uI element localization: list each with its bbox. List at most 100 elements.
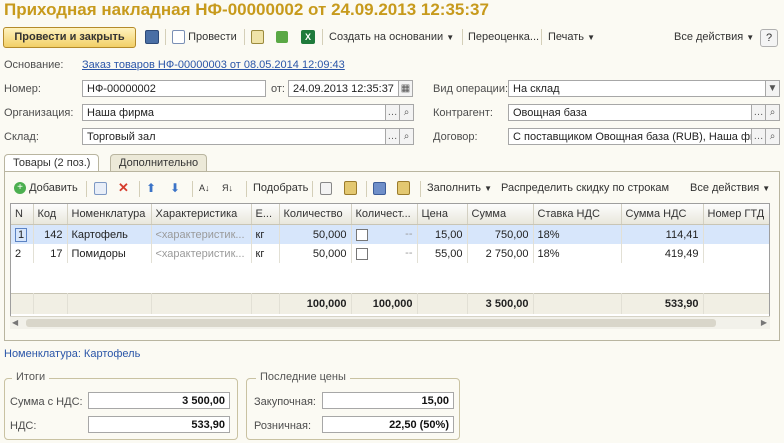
goods-table[interactable]: N Код Номенклатура Характеристика Е... К… bbox=[10, 203, 770, 329]
tab-additional[interactable]: Дополнительно bbox=[110, 154, 208, 172]
sort-asc-button[interactable]: A↓ bbox=[199, 180, 210, 196]
date-label: от: bbox=[271, 83, 285, 95]
post-button[interactable]: Провести bbox=[172, 28, 237, 46]
contract-field[interactable]: С поставщиком Овощная база (RUB), Наша ф… bbox=[508, 128, 752, 145]
vat-sum-cell[interactable]: 419,49 bbox=[621, 244, 704, 263]
quantity-cell[interactable]: 50,000 bbox=[279, 244, 352, 263]
sort-desc-button[interactable]: Я↓ bbox=[222, 180, 233, 196]
distribute-discount-button[interactable]: Распределить скидку по строкам bbox=[501, 180, 669, 196]
copy-row-button[interactable] bbox=[94, 180, 107, 196]
grid-all-actions-button[interactable]: Все действия ▼ bbox=[690, 180, 770, 196]
download-button[interactable] bbox=[276, 28, 288, 46]
vat-rate-cell[interactable]: 18% bbox=[533, 244, 622, 263]
add-row-button[interactable]: + Добавить bbox=[14, 180, 78, 196]
help-button[interactable]: ? bbox=[760, 29, 778, 47]
column-header[interactable]: Ставка НДС bbox=[533, 204, 622, 225]
vat-field[interactable]: 533,90 bbox=[88, 416, 230, 433]
save-button[interactable] bbox=[145, 28, 159, 46]
move-up-button[interactable]: ⬆ bbox=[146, 180, 156, 196]
total-vat-sum: 533,90 bbox=[621, 293, 704, 314]
purchase-price-field[interactable]: 15,00 bbox=[322, 392, 454, 409]
organization-field[interactable]: Наша фирма bbox=[82, 104, 386, 121]
counterparty-field[interactable]: Овощная база bbox=[508, 104, 752, 121]
journal-button[interactable] bbox=[251, 28, 264, 46]
number-field[interactable]: НФ-00000002 bbox=[82, 80, 266, 97]
horizontal-scrollbar[interactable]: ◀ ▶ bbox=[10, 316, 770, 329]
sum-cell[interactable]: 2 750,00 bbox=[467, 244, 534, 263]
quantity2-cell[interactable]: -- bbox=[351, 224, 418, 244]
organization-select-button[interactable]: … bbox=[386, 104, 400, 121]
operation-dropdown-button[interactable]: ▼ bbox=[766, 80, 780, 97]
calendar-button[interactable]: ▦ bbox=[399, 80, 413, 97]
print-button[interactable]: Печать ▼ bbox=[548, 28, 595, 46]
column-header[interactable]: Цена bbox=[417, 204, 468, 225]
create-based-on-button[interactable]: Создать на основании ▼ bbox=[329, 28, 454, 46]
table-row[interactable]: 1 142 Картофель <характеристик... кг 50,… bbox=[11, 224, 769, 244]
column-header[interactable]: Сумма НДС bbox=[621, 204, 704, 225]
sum-with-vat-field[interactable]: 3 500,00 bbox=[88, 392, 230, 409]
purchase-price-label: Закупочная: bbox=[254, 396, 316, 408]
code-cell[interactable]: 17 bbox=[33, 244, 68, 263]
quantity-cell[interactable]: 50,000 bbox=[279, 224, 352, 244]
column-header[interactable]: Номенклатура bbox=[67, 204, 152, 225]
column-header[interactable]: Номер ГТД bbox=[703, 204, 769, 225]
characteristic-cell[interactable]: <характеристик... bbox=[151, 244, 252, 263]
organization-search-button[interactable]: ⌕ bbox=[400, 104, 414, 121]
code-cell[interactable]: 142 bbox=[33, 224, 68, 244]
retail-price-field[interactable]: 22,50 (50%) bbox=[322, 416, 454, 433]
move-down-button[interactable]: ⬇ bbox=[170, 180, 180, 196]
sum-cell[interactable]: 750,00 bbox=[467, 224, 534, 244]
column-header[interactable]: N bbox=[11, 204, 34, 225]
vat-sum-cell[interactable]: 114,41 bbox=[621, 224, 704, 244]
counterparty-search-button[interactable]: ⌕ bbox=[766, 104, 780, 121]
quantity2-cell[interactable]: -- bbox=[351, 244, 418, 263]
delete-row-button[interactable]: ✕ bbox=[118, 180, 129, 196]
all-actions-button[interactable]: Все действия ▼ bbox=[674, 28, 754, 46]
characteristic-cell[interactable]: <характеристик... bbox=[151, 224, 252, 244]
row-number-cell[interactable]: 1 bbox=[11, 224, 34, 244]
table-row[interactable]: 2 17 Помидоры <характеристик... кг 50,00… bbox=[11, 244, 769, 263]
warehouse-select-button[interactable]: … bbox=[386, 128, 400, 145]
price-cell[interactable]: 15,00 bbox=[417, 224, 468, 244]
column-header[interactable]: Количест... bbox=[351, 204, 418, 225]
gtd-cell[interactable] bbox=[703, 224, 769, 244]
row-checkbox[interactable] bbox=[355, 228, 368, 241]
contract-select-button[interactable]: … bbox=[752, 128, 766, 145]
column-header[interactable]: Код bbox=[33, 204, 68, 225]
column-header[interactable]: Характеристика bbox=[151, 204, 252, 225]
paste-table-button[interactable] bbox=[397, 180, 410, 196]
excel-button[interactable]: X bbox=[301, 28, 315, 46]
column-header[interactable]: Е... bbox=[251, 204, 280, 225]
row-checkbox[interactable] bbox=[355, 247, 368, 260]
item-cell[interactable]: Помидоры bbox=[67, 244, 152, 263]
select-table-button[interactable] bbox=[373, 180, 386, 196]
last-prices-title: Последние цены bbox=[256, 371, 350, 383]
warehouse-field[interactable]: Торговый зал bbox=[82, 128, 386, 145]
item-cell[interactable]: Картофель bbox=[67, 224, 152, 244]
operation-select[interactable]: На склад bbox=[508, 80, 766, 97]
scroll-left-icon[interactable]: ◀ bbox=[12, 318, 18, 327]
column-header[interactable]: Сумма bbox=[467, 204, 534, 225]
fill-button[interactable]: Заполнить ▼ bbox=[427, 180, 492, 196]
column-header[interactable]: Количество bbox=[279, 204, 352, 225]
basis-link[interactable]: Заказ товаров НФ-00000003 от 08.05.2014 … bbox=[82, 59, 345, 71]
scroll-right-icon[interactable]: ▶ bbox=[761, 318, 767, 327]
contract-search-button[interactable]: ⌕ bbox=[766, 128, 780, 145]
vat-rate-cell[interactable]: 18% bbox=[533, 224, 622, 244]
nomenclature-link[interactable]: Номенклатура: Картофель bbox=[4, 348, 140, 360]
copy-icon bbox=[94, 181, 107, 195]
post-and-close-button[interactable]: Провести и закрыть bbox=[3, 27, 136, 48]
unit-cell[interactable]: кг bbox=[251, 244, 280, 263]
paste-button[interactable] bbox=[344, 180, 357, 196]
price-cell[interactable]: 55,00 bbox=[417, 244, 468, 263]
reprice-button[interactable]: Переоценка... bbox=[468, 28, 539, 46]
date-field[interactable]: 24.09.2013 12:35:37 bbox=[288, 80, 399, 97]
unit-cell[interactable]: кг bbox=[251, 224, 280, 244]
copy-clipboard-button[interactable] bbox=[320, 180, 332, 196]
counterparty-select-button[interactable]: … bbox=[752, 104, 766, 121]
scroll-thumb[interactable] bbox=[26, 319, 716, 327]
gtd-cell[interactable] bbox=[703, 244, 769, 263]
row-number-cell[interactable]: 2 bbox=[11, 244, 34, 263]
warehouse-search-button[interactable]: ⌕ bbox=[400, 128, 414, 145]
select-items-button[interactable]: Подобрать bbox=[253, 180, 308, 196]
